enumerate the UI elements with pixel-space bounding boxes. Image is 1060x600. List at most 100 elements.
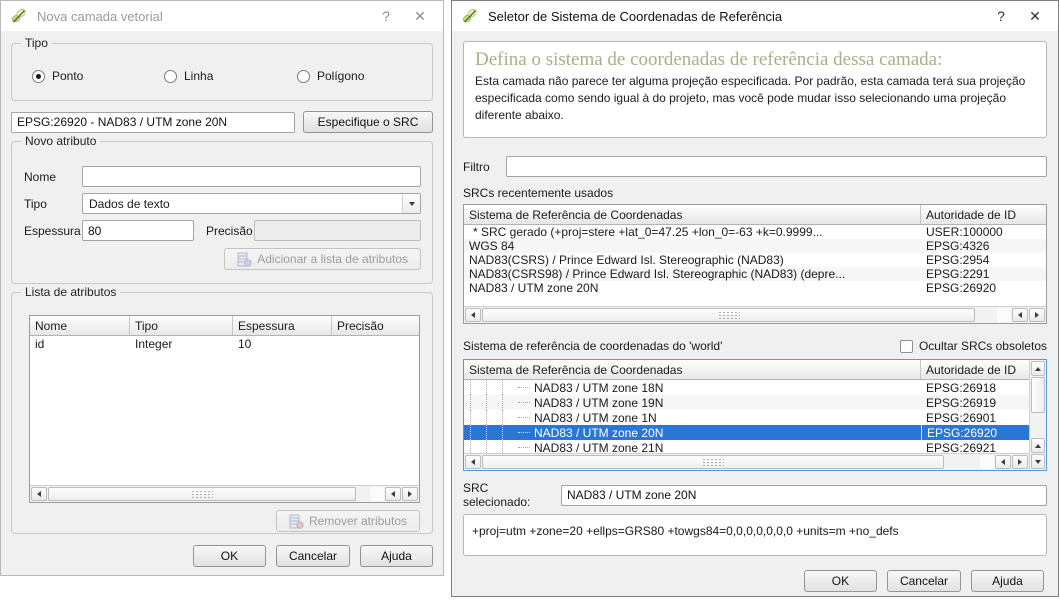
world-row-selected[interactable]: NAD83 / UTM zone 20N EPSG:26920: [464, 425, 1029, 440]
radio-point-dot: [32, 70, 45, 83]
attribute-list-group-label: Lista de atributos: [21, 285, 120, 299]
col-crs[interactable]: Sistema de Referência de Coordenadas: [464, 360, 921, 379]
selected-crs-label: SRC selecionado:: [463, 481, 552, 509]
radio-point[interactable]: Ponto: [32, 69, 164, 83]
radio-line[interactable]: Linha: [164, 69, 297, 83]
scroll-left-button-2[interactable]: [995, 455, 1011, 469]
recent-crs-table: Sistema de Referência de Coordenadas Aut…: [463, 204, 1047, 324]
cell-crs: * SRC gerado (+proj=stere +lat_0=47.25 +…: [464, 225, 921, 239]
scroll-left-button[interactable]: [465, 308, 481, 322]
help-button[interactable]: Ajuda: [971, 570, 1044, 592]
attribute-name-input[interactable]: [82, 166, 421, 187]
attribute-table-header: Nome Tipo Espessura Precisão: [30, 316, 419, 336]
titlebar[interactable]: Seletor de Sistema de Coordenadas de Ref…: [452, 1, 1058, 31]
scroll-left-button-2[interactable]: [1012, 308, 1028, 322]
recent-row[interactable]: NAD83 / UTM zone 20N EPSG:26920: [464, 281, 1046, 295]
add-attribute-label: Adicionar a lista de atributos: [257, 252, 408, 266]
recent-crs-label: SRCs recentemente usados: [463, 186, 1047, 200]
scroll-left-button[interactable]: [31, 487, 47, 501]
cell-crs: NAD83(CSRS98) / Prince Edward Isl. Stere…: [464, 267, 921, 281]
attribute-width-input[interactable]: [82, 220, 194, 241]
help-title-button[interactable]: ?: [369, 3, 403, 29]
scrollbar-thumb[interactable]: [482, 455, 944, 469]
scroll-right-button[interactable]: [402, 487, 418, 501]
recent-row[interactable]: * SRC gerado (+proj=stere +lat_0=47.25 +…: [464, 225, 1046, 239]
close-icon[interactable]: ✕: [403, 3, 437, 29]
crs-field[interactable]: [11, 112, 295, 133]
scrollbar-thumb[interactable]: [48, 487, 356, 501]
radio-polygon-dot: [297, 70, 310, 83]
specify-crs-button[interactable]: Especifique o SRC: [303, 111, 433, 133]
filter-input[interactable]: [506, 156, 1047, 177]
cancel-button[interactable]: Cancelar: [887, 570, 961, 592]
scroll-left-button-2[interactable]: [385, 487, 401, 501]
attribute-table: Nome Tipo Espessura Precisão id Integer …: [29, 315, 420, 503]
titlebar[interactable]: Nova camada vetorial ? ✕: [1, 1, 443, 31]
col-name[interactable]: Nome: [30, 316, 130, 335]
col-precision[interactable]: Precisão: [332, 316, 419, 335]
radio-polygon[interactable]: Polígono: [297, 69, 364, 83]
hide-deprecated-label: Ocultar SRCs obsoletos: [919, 339, 1047, 353]
recent-row[interactable]: NAD83(CSRS98) / Prince Edward Isl. Stere…: [464, 267, 1046, 281]
cancel-button[interactable]: Cancelar: [276, 545, 350, 567]
col-crs[interactable]: Sistema de Referência de Coordenadas: [464, 205, 921, 224]
checkbox-box: [900, 340, 913, 353]
scroll-up-button[interactable]: [1031, 361, 1045, 376]
qgis-logo-icon: [10, 7, 28, 25]
scroll-up-button-2[interactable]: [1031, 438, 1045, 453]
cell-crs: NAD83 / UTM zone 19N: [530, 396, 667, 410]
scrollbar-thumb[interactable]: [1031, 377, 1045, 413]
scrollbar-thumb[interactable]: [482, 308, 975, 322]
cell-type: Integer: [130, 336, 233, 352]
help-title-button[interactable]: ?: [984, 3, 1018, 29]
horizontal-scrollbar[interactable]: [464, 453, 1029, 470]
crs-selector-dialog: Seletor de Sistema de Coordenadas de Ref…: [451, 0, 1059, 597]
attribute-list-groupbox: Lista de atributos Nome Tipo Espessura P…: [11, 292, 433, 534]
cell-authority: EPSG:4326: [921, 239, 1046, 253]
new-attribute-group-label: Novo atributo: [21, 134, 100, 148]
table-row[interactable]: id Integer 10: [30, 336, 419, 352]
col-authority[interactable]: Autoridade de ID: [921, 360, 1029, 379]
ok-button[interactable]: OK: [804, 570, 877, 592]
col-authority[interactable]: Autoridade de ID: [921, 205, 1046, 224]
help-button[interactable]: Ajuda: [360, 545, 433, 567]
dialog-title: Seletor de Sistema de Coordenadas de Ref…: [488, 9, 984, 24]
scroll-right-button[interactable]: [1012, 455, 1028, 469]
ok-button[interactable]: OK: [193, 545, 266, 567]
cell-crs: NAD83(CSRS) / Prince Edward Isl. Stereog…: [464, 253, 921, 267]
recent-table-header: Sistema de Referência de Coordenadas Aut…: [464, 205, 1046, 225]
hide-deprecated-checkbox[interactable]: Ocultar SRCs obsoletos: [900, 339, 1047, 353]
width-label: Espessura: [24, 224, 82, 238]
attribute-type-select[interactable]: Dados de texto: [82, 193, 421, 214]
recent-row[interactable]: NAD83(CSRS) / Prince Edward Isl. Stereog…: [464, 253, 1046, 267]
col-type[interactable]: Tipo: [130, 316, 233, 335]
col-width[interactable]: Espessura: [233, 316, 332, 335]
scroll-down-button[interactable]: [1031, 454, 1045, 469]
world-row[interactable]: NAD83 / UTM zone 18N EPSG:26918: [464, 380, 1029, 395]
cell-authority: USER:100000: [921, 225, 1046, 239]
banner-body: Esta camada não parece ter alguma projeç…: [475, 73, 1035, 123]
horizontal-scrollbar[interactable]: [464, 306, 1046, 323]
filter-label: Filtro: [463, 160, 497, 174]
attribute-type-value: Dados de texto: [89, 197, 170, 211]
scroll-right-button[interactable]: [1029, 308, 1045, 322]
cell-authority: EPSG:26921: [921, 440, 1029, 453]
cell-crs: NAD83 / UTM zone 1N: [530, 411, 661, 425]
new-vector-layer-dialog: Nova camada vetorial ? ✕ Tipo Ponto Linh…: [0, 0, 444, 576]
cell-crs: NAD83 / UTM zone 20N: [530, 426, 667, 440]
selected-crs-field[interactable]: [561, 485, 1047, 506]
vertical-scrollbar[interactable]: [1029, 360, 1046, 470]
radio-point-label: Ponto: [52, 69, 83, 83]
world-row[interactable]: NAD83 / UTM zone 21N EPSG:26921: [464, 440, 1029, 453]
scroll-left-button[interactable]: [465, 455, 481, 469]
close-icon[interactable]: ✕: [1018, 3, 1052, 29]
crs-info-banner: Defina o sistema de coordenadas de refer…: [463, 41, 1047, 138]
world-row[interactable]: NAD83 / UTM zone 19N EPSG:26919: [464, 395, 1029, 410]
horizontal-scrollbar[interactable]: [30, 485, 419, 502]
cell-authority: EPSG:2291: [921, 267, 1046, 281]
remove-attributes-button: Remover atributos: [276, 510, 420, 532]
attribute-precision-input: [254, 220, 421, 241]
recent-row[interactable]: WGS 84 EPSG:4326: [464, 239, 1046, 253]
type-groupbox: Tipo Ponto Linha Polígono: [11, 43, 433, 101]
world-row[interactable]: NAD83 / UTM zone 1N EPSG:26901: [464, 410, 1029, 425]
